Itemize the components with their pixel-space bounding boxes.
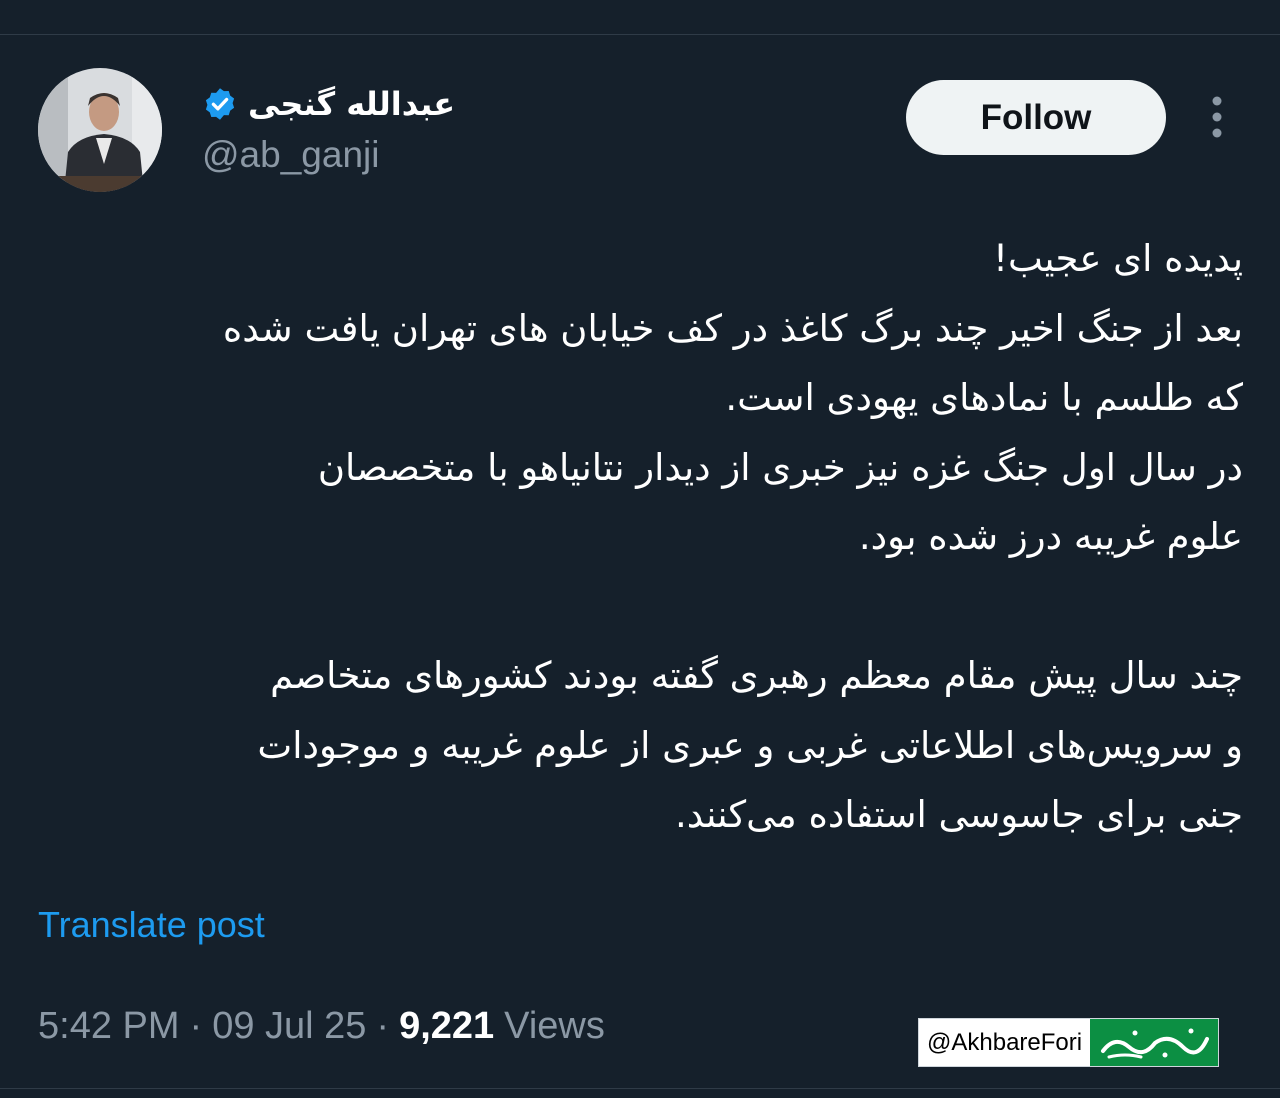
post-time[interactable]: 5:42 PM — [38, 1005, 180, 1048]
tweet-line: علوم غریبه درز شده بود. — [858, 515, 1243, 558]
tweet-line: که طلسم با نمادهای یهودی است. — [725, 376, 1243, 419]
tweet-line: در سال اول جنگ غزه نیز خبری از دیدار نتا… — [317, 445, 1243, 489]
watermark-handle: @AkhbareFori — [919, 1019, 1091, 1066]
tweet-line: پدیده ای عجیب! — [993, 237, 1243, 280]
avatar-photo — [38, 68, 162, 192]
tweet-line: بعد از جنگ اخیر چند برگ کاغذ در کف خیابا… — [222, 306, 1243, 350]
author-name-row[interactable]: عبدالله گنجی — [202, 80, 455, 128]
views-count[interactable]: 9,221 — [399, 1005, 494, 1048]
views-label[interactable]: Views — [504, 1005, 605, 1048]
watermark: @AkhbareFori — [918, 1018, 1220, 1067]
avatar[interactable] — [38, 68, 162, 192]
author-display-name[interactable]: عبدالله گنجی — [248, 85, 455, 123]
meta-separator: · — [376, 1004, 390, 1047]
tweet-text: پدیده ای عجیب! بعد از جنگ اخیر چند برگ ک… — [38, 224, 1243, 850]
more-options-button[interactable] — [1200, 94, 1234, 140]
tweet-line: چند سال پیش مقام معظم رهبری گفته بودند ک… — [270, 654, 1243, 697]
tweet-line: جنی برای جاسوسی استفاده می‌کنند. — [674, 793, 1243, 836]
post-metadata: 5:42 PM · 09 Jul 25 · 9,221 Views — [38, 1002, 605, 1050]
tweet-line: و سرویس‌های اطلاعاتی غربی و عبری از علوم… — [257, 723, 1243, 767]
top-divider — [0, 0, 1280, 35]
more-vertical-icon — [1212, 96, 1222, 138]
follow-button[interactable]: Follow — [906, 80, 1166, 155]
tweet-paragraph-break — [38, 572, 1243, 642]
khabar-fori-logo-icon — [1101, 1028, 1210, 1058]
meta-separator: · — [189, 1004, 203, 1047]
watermark-logo — [1090, 1019, 1219, 1066]
author-handle[interactable]: @ab_ganji — [202, 134, 379, 176]
translate-post-link[interactable]: Translate post — [38, 904, 265, 946]
post-date[interactable]: 09 Jul 25 — [212, 1005, 366, 1048]
bottom-divider — [0, 1088, 1280, 1089]
verified-badge-icon — [202, 86, 238, 122]
